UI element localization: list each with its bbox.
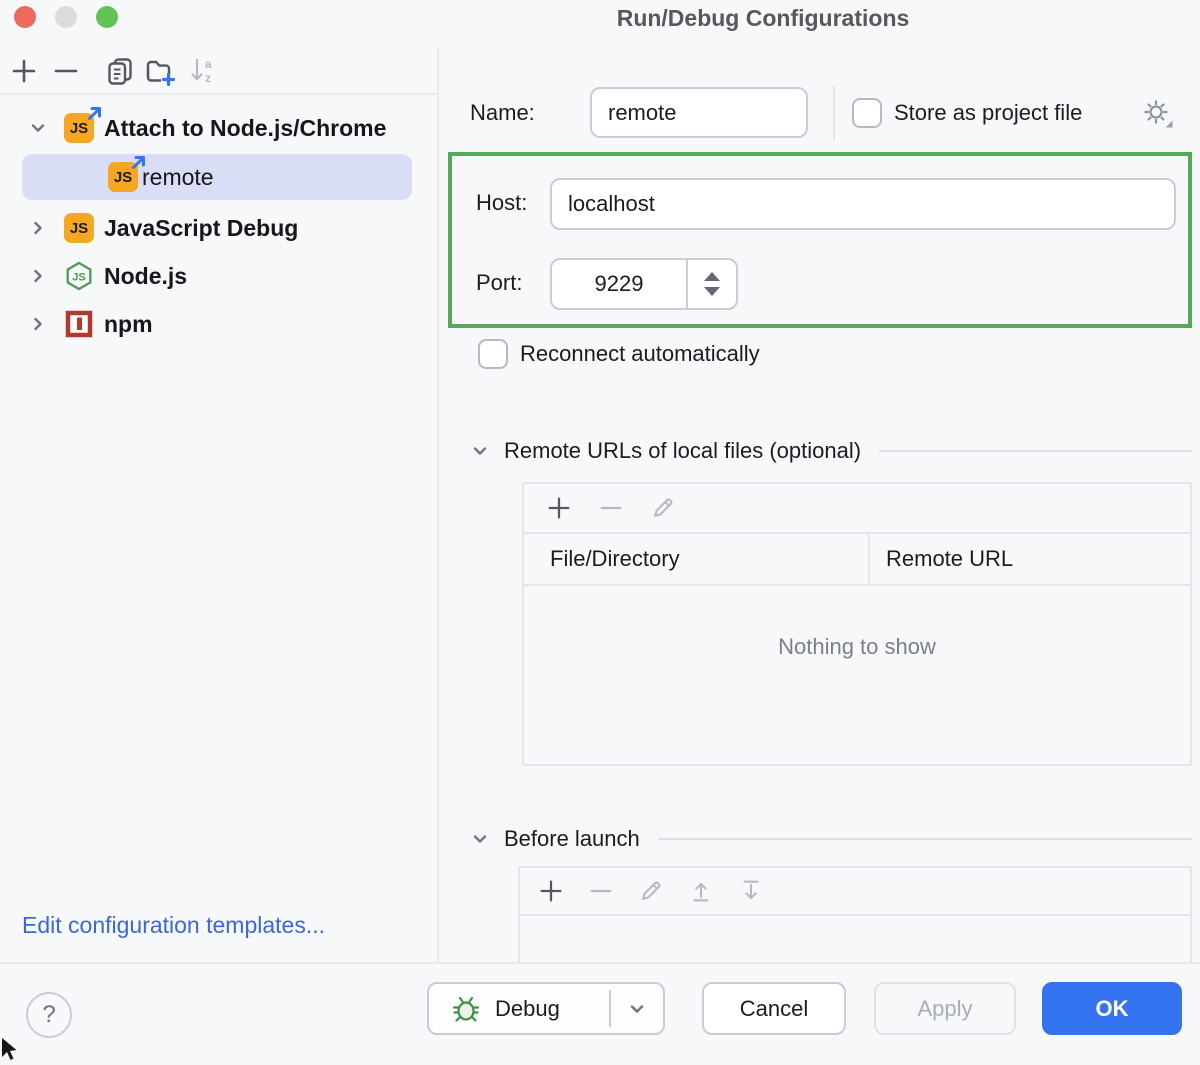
column-remote-url: Remote URL [870,546,1013,572]
attach-arrow-icon [85,104,104,123]
debug-options-chevron-icon[interactable] [611,999,663,1019]
edit-task-icon [636,876,666,906]
new-folder-icon[interactable] [144,55,176,87]
tree-item-nodejs[interactable]: JS Node.js [0,252,437,300]
section-chevron-down-icon[interactable] [470,441,490,461]
copy-configuration-icon[interactable] [104,55,136,87]
add-configuration-icon[interactable] [8,55,40,87]
before-launch-table [518,866,1192,962]
tree-item-javascript-debug[interactable]: JS JavaScript Debug [0,204,437,252]
reconnect-automatically-label: Reconnect automatically [520,341,760,367]
close-window-button[interactable] [14,6,36,28]
header-divider [833,86,835,140]
debug-button-label: Debug [495,996,560,1022]
chevron-down-icon[interactable] [28,118,48,138]
panel-divider [437,48,439,962]
js-debug-icon: JS [64,213,94,243]
debug-bug-icon [451,994,481,1024]
remote-urls-table: File/Directory Remote URL Nothing to sho… [522,482,1192,766]
sort-configurations-icon: a z [188,55,220,87]
port-label: Port: [476,270,522,296]
tree-item-label: npm [104,311,153,338]
port-input[interactable]: 9229 [552,260,686,308]
before-launch-toolbar [520,868,1190,916]
host-input[interactable] [550,178,1176,230]
edit-mapping-icon [648,493,678,523]
mouse-cursor [0,1038,20,1065]
remote-urls-section-title: Remote URLs of local files (optional) [504,438,861,464]
stepper-down-icon[interactable] [704,287,720,296]
port-stepper [686,260,736,308]
name-label: Name: [470,100,535,126]
chevron-right-icon[interactable] [28,266,48,286]
section-rule [658,838,1192,840]
js-attach-icon: JS [108,162,138,192]
tree-item-npm[interactable]: npm [0,300,437,348]
help-question-icon: ? [42,1001,55,1029]
tree-item-remote[interactable]: JS remote [0,153,437,201]
ok-button[interactable]: OK [1042,982,1182,1035]
column-file-directory: File/Directory [524,546,868,572]
titlebar: Run/Debug Configurations [0,0,1200,44]
name-input[interactable] [590,87,808,138]
remove-configuration-icon[interactable] [50,55,82,87]
before-launch-section-title: Before launch [504,826,640,852]
window-title: Run/Debug Configurations [617,5,910,32]
store-settings-gear-icon[interactable] [1140,96,1176,132]
svg-text:z: z [205,71,211,85]
move-task-up-icon [686,876,716,906]
tree-item-label: Attach to Node.js/Chrome [104,115,386,142]
remote-urls-table-toolbar [524,484,1190,534]
remove-task-icon [586,876,616,906]
remote-urls-section-header[interactable]: Remote URLs of local files (optional) [470,436,1192,466]
section-chevron-down-icon[interactable] [470,829,490,849]
remote-urls-table-header: File/Directory Remote URL [524,534,1190,586]
tree-item-label: remote [142,164,214,191]
tree-item-label: JavaScript Debug [104,215,298,242]
footer-divider [0,962,1200,964]
svg-text:a: a [205,57,212,71]
chevron-right-icon[interactable] [28,218,48,238]
minimize-window-button [55,6,77,28]
npm-icon [64,309,94,339]
chevron-right-icon[interactable] [28,314,48,334]
move-task-down-icon [736,876,766,906]
empty-table-text: Nothing to show [778,634,936,660]
store-as-project-file-label: Store as project file [894,100,1082,126]
tree-item-attach-to-node[interactable]: JS Attach to Node.js/Chrome [0,104,437,152]
debug-split-button[interactable]: Debug [427,982,665,1035]
remove-mapping-icon [596,493,626,523]
attach-arrow-icon [129,153,148,172]
nodejs-icon: JS [64,261,94,291]
section-rule [879,450,1192,452]
help-button[interactable]: ? [26,992,72,1038]
cancel-button[interactable]: Cancel [702,982,846,1035]
tree-item-label: Node.js [104,263,187,290]
svg-text:JS: JS [72,272,85,284]
add-mapping-icon[interactable] [544,493,574,523]
zoom-window-button[interactable] [96,6,118,28]
stepper-up-icon[interactable] [704,272,720,281]
configurations-toolbar: a z [0,48,437,95]
reconnect-automatically-checkbox[interactable] [478,339,508,369]
port-spinner: 9229 [550,258,738,310]
js-attach-icon: JS [64,113,94,143]
apply-button: Apply [874,982,1016,1035]
store-as-project-file-checkbox[interactable] [852,98,882,128]
add-task-icon[interactable] [536,876,566,906]
host-label: Host: [476,190,527,216]
edit-configuration-templates-link[interactable]: Edit configuration templates... [22,912,325,939]
remote-urls-table-body: Nothing to show [524,586,1190,762]
before-launch-section-header[interactable]: Before launch [470,824,1192,854]
